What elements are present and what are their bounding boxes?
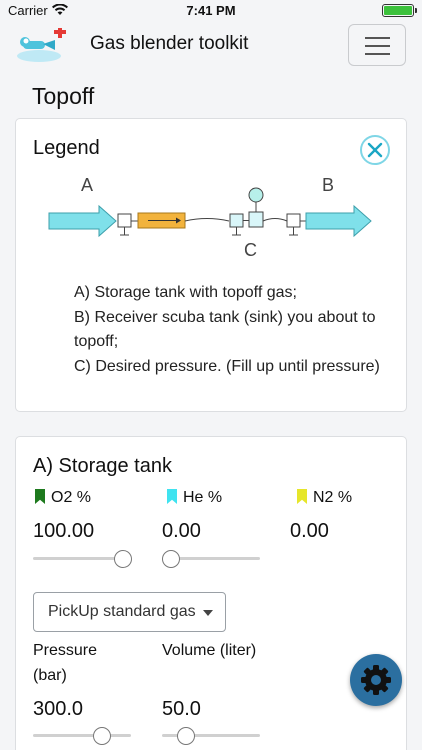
diagram-label-c: C [244, 240, 257, 260]
storage-tank-title: A) Storage tank [33, 455, 172, 477]
legend-line-b: B) Receiver scuba tank (sink) you about … [74, 308, 376, 351]
slider-thumb[interactable] [93, 727, 111, 745]
diver-logo-icon [17, 28, 66, 62]
volume-slider[interactable] [162, 727, 260, 745]
settings-fab[interactable] [350, 654, 402, 706]
pressure-label: Pressure (bar) [33, 642, 98, 684]
o2-slider[interactable] [33, 550, 132, 568]
n2-value: 0.00 [290, 520, 329, 542]
slider-thumb[interactable] [177, 727, 195, 745]
receiver-arrow [305, 204, 372, 238]
volume-label: Volume (liter) [162, 642, 257, 659]
he-label: He % [167, 489, 222, 507]
pickup-standard-gas-dropdown[interactable]: PickUp standard gas [33, 592, 226, 632]
diagram-label-b: B [322, 175, 334, 195]
legend-title: Legend [33, 137, 100, 159]
gear-icon [361, 665, 391, 695]
caret-down-icon [203, 610, 213, 616]
hamburger-icon [365, 37, 390, 39]
legend-line-a: A) Storage tank with topoff gas; [74, 284, 297, 301]
flag-icon [297, 489, 307, 504]
diagram-label-a: A [81, 175, 93, 195]
close-icon [367, 142, 383, 158]
he-value: 0.00 [162, 520, 201, 542]
pressure-gauge [248, 187, 264, 203]
he-slider[interactable] [162, 550, 260, 568]
o2-label: O2 % [35, 489, 91, 507]
legend-close-button[interactable] [360, 135, 390, 165]
flag-icon [35, 489, 45, 504]
topoff-diagram: A B C [48, 175, 372, 260]
n2-label: N2 % [297, 489, 352, 507]
volume-value: 50.0 [162, 698, 201, 720]
flag-icon [167, 489, 177, 504]
navbar: Gas blender toolkit [0, 22, 422, 72]
legend-card: Legend A B C A) Storage tank with topoff… [15, 118, 407, 412]
slider-thumb[interactable] [114, 550, 132, 568]
o2-value: 100.00 [33, 520, 95, 542]
pressure-value: 300.0 [33, 698, 84, 720]
source-arrow [48, 204, 117, 238]
slider-thumb[interactable] [162, 550, 180, 568]
legend-line-c: C) Desired pressure. (Fill up until pres… [74, 357, 380, 375]
storage-tank-card: A) Storage tank O2 % He % N2 % 100.00 0.… [15, 436, 407, 750]
battery-icon [382, 4, 417, 17]
status-bar: Carrier 7:41 PM [0, 0, 422, 22]
pressure-slider[interactable] [33, 727, 131, 745]
legend-description: A) Storage tank with topoff gas; B) Rece… [74, 281, 399, 379]
clock: 7:41 PM [186, 3, 236, 18]
app-title: Gas blender toolkit [90, 33, 249, 54]
menu-button[interactable] [348, 24, 406, 66]
page-title: Topoff [32, 83, 95, 109]
